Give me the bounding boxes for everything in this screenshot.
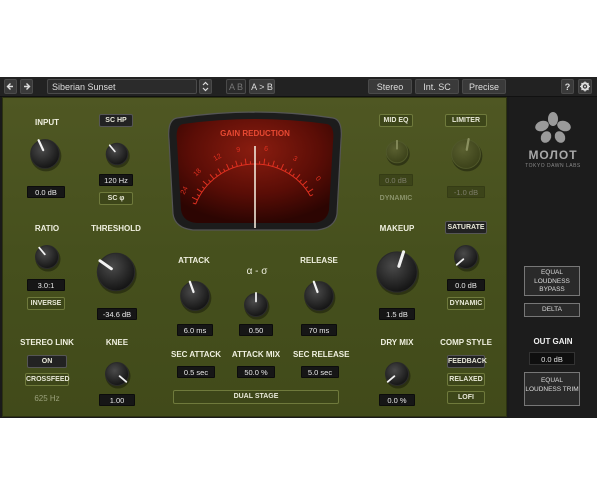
- forward-button[interactable]: [20, 79, 33, 94]
- settings-button[interactable]: [578, 79, 592, 94]
- ratio-knob[interactable]: [31, 241, 63, 273]
- saturate-dynamic-button[interactable]: DYNAMIC: [447, 297, 485, 310]
- a-to-b-label: A > B: [251, 82, 273, 92]
- sec-release-label: SEC RELEASE: [293, 350, 350, 359]
- crossfeed-value[interactable]: 625 Hz: [27, 394, 67, 403]
- arrow-right-icon: [24, 83, 31, 90]
- alpha-sigma-knob[interactable]: [240, 289, 272, 321]
- makeup-value[interactable]: 1.5 dB: [379, 308, 415, 320]
- equal-loudness-bypass-label: EQUAL LOUDNESS BYPASS: [534, 269, 570, 293]
- flower-logo-icon: [535, 112, 571, 143]
- saturate-button[interactable]: SATURATE: [445, 221, 487, 234]
- gain-reduction-meter: GAIN REDUCTION 2418129 630: [168, 111, 342, 231]
- makeup-knob[interactable]: [369, 244, 425, 300]
- sc-hp-value[interactable]: 120 Hz: [99, 174, 133, 186]
- equal-loudness-bypass-button[interactable]: EQUAL LOUDNESS BYPASS: [524, 266, 580, 296]
- mid-eq-button[interactable]: MID EQ: [379, 114, 413, 127]
- inverse-button[interactable]: INVERSE: [27, 297, 65, 310]
- makeup-label: MAKEUP: [379, 224, 415, 233]
- stereo-link-on-button[interactable]: ON: [27, 355, 67, 368]
- input-value[interactable]: 0.0 dB: [27, 186, 65, 198]
- sec-attack-value[interactable]: 0.5 sec: [177, 366, 215, 378]
- alpha-sigma-label: α - σ: [246, 266, 268, 277]
- comp-style-label: COMP STYLE: [440, 338, 492, 347]
- preset-selector[interactable]: Siberian Sunset: [47, 79, 197, 94]
- input-label: INPUT: [35, 118, 59, 127]
- release-value[interactable]: 70 ms: [301, 324, 337, 336]
- preset-name: Siberian Sunset: [52, 82, 116, 92]
- threshold-knob[interactable]: [90, 246, 142, 298]
- meter-title: GAIN REDUCTION: [220, 129, 290, 138]
- threshold-label: THRESHOLD: [91, 224, 141, 233]
- sc-hp-button[interactable]: SC HP: [99, 114, 133, 127]
- stereo-link-label: STEREO LINK: [20, 338, 74, 347]
- precise-button[interactable]: Precise: [462, 79, 506, 94]
- out-gain-value[interactable]: 0.0 dB: [529, 352, 575, 365]
- knee-label: KNEE: [105, 338, 129, 347]
- a-to-b-button[interactable]: A > B: [249, 79, 275, 94]
- brand-name: МОЛОТ: [528, 148, 578, 162]
- stereo-button[interactable]: Stereo: [368, 79, 412, 94]
- help-button[interactable]: ?: [561, 79, 574, 94]
- attack-knob[interactable]: [175, 276, 215, 316]
- knee-knob[interactable]: [101, 358, 133, 390]
- limiter-button[interactable]: LIMITER: [445, 114, 487, 127]
- knee-value[interactable]: 1.00: [99, 394, 135, 406]
- arrow-left-icon: [6, 83, 13, 90]
- crossfeed-button[interactable]: CROSSFEED: [25, 373, 70, 386]
- preset-stepper[interactable]: [199, 79, 212, 94]
- comp-style-lofi-button[interactable]: LOFI: [447, 391, 485, 404]
- equal-loudness-trim-button[interactable]: EQUAL LOUDNESS TRIM: [524, 372, 580, 406]
- ab-label: A B: [228, 82, 243, 92]
- input-knob[interactable]: [25, 134, 65, 174]
- attack-mix-label: ATTACK MIX: [231, 350, 281, 359]
- plugin-window: Siberian Sunset A B A > B Stereo Int. SC…: [0, 77, 597, 418]
- dry-mix-label: DRY MIX: [380, 338, 414, 347]
- attack-label: ATTACK: [178, 256, 210, 265]
- comp-style-relaxed-button[interactable]: RELAXED: [447, 373, 485, 386]
- out-gain-label: OUT GAIN: [533, 337, 573, 346]
- ratio-value[interactable]: 3.0:1: [27, 279, 65, 291]
- ratio-label: RATIO: [34, 224, 60, 233]
- int-sc-button[interactable]: Int. SC: [415, 79, 459, 94]
- sec-attack-label: SEC ATTACK: [171, 350, 222, 359]
- stereo-label: Stereo: [376, 82, 404, 92]
- delta-label: DELTA: [542, 306, 562, 313]
- brand-subtitle: TOKYO DAWN LABS: [525, 163, 581, 169]
- threshold-value[interactable]: -34.6 dB: [97, 308, 137, 320]
- ab-button[interactable]: A B: [226, 79, 246, 94]
- attack-value[interactable]: 6.0 ms: [177, 324, 213, 336]
- sec-release-value[interactable]: 5.0 sec: [301, 366, 339, 378]
- dry-mix-knob[interactable]: [381, 358, 413, 390]
- gear-icon: [580, 81, 590, 92]
- help-label: ?: [564, 82, 571, 92]
- limiter-value[interactable]: -1.0 dB: [447, 186, 485, 198]
- alpha-sigma-value[interactable]: 0.50: [239, 324, 273, 336]
- saturate-value[interactable]: 0.0 dB: [447, 279, 485, 291]
- dry-mix-value[interactable]: 0.0 %: [379, 394, 415, 406]
- sc-hp-knob[interactable]: [102, 139, 132, 169]
- toolbar: Siberian Sunset A B A > B Stereo Int. SC…: [0, 77, 597, 97]
- main-panel: INPUT 0.0 dB SC HP 120 Hz SC φ GAIN REDU…: [2, 97, 507, 417]
- mid-eq-dynamic-button[interactable]: DYNAMIC: [377, 192, 415, 205]
- int-sc-label: Int. SC: [423, 82, 451, 92]
- release-label: RELEASE: [300, 256, 338, 265]
- release-knob[interactable]: [299, 276, 339, 316]
- back-button[interactable]: [4, 79, 17, 94]
- precise-label: Precise: [468, 82, 499, 92]
- saturate-knob[interactable]: [450, 241, 482, 273]
- mid-eq-knob[interactable]: [382, 137, 412, 167]
- sc-phase-button[interactable]: SC φ: [99, 192, 133, 205]
- limiter-knob[interactable]: [446, 134, 486, 174]
- attack-mix-value[interactable]: 50.0 %: [237, 366, 275, 378]
- up-down-icon: [202, 81, 209, 92]
- mid-eq-value[interactable]: 0.0 dB: [379, 174, 413, 186]
- dual-stage-button[interactable]: DUAL STAGE: [173, 390, 339, 404]
- delta-button[interactable]: DELTA: [524, 303, 580, 317]
- comp-style-feedback-button[interactable]: FEEDBACK: [447, 355, 487, 368]
- side-panel: МОЛОТ TOKYO DAWN LABS EQUAL LOUDNESS BYP…: [509, 97, 597, 417]
- equal-loudness-trim-label: EQUAL LOUDNESS TRIM: [525, 377, 579, 393]
